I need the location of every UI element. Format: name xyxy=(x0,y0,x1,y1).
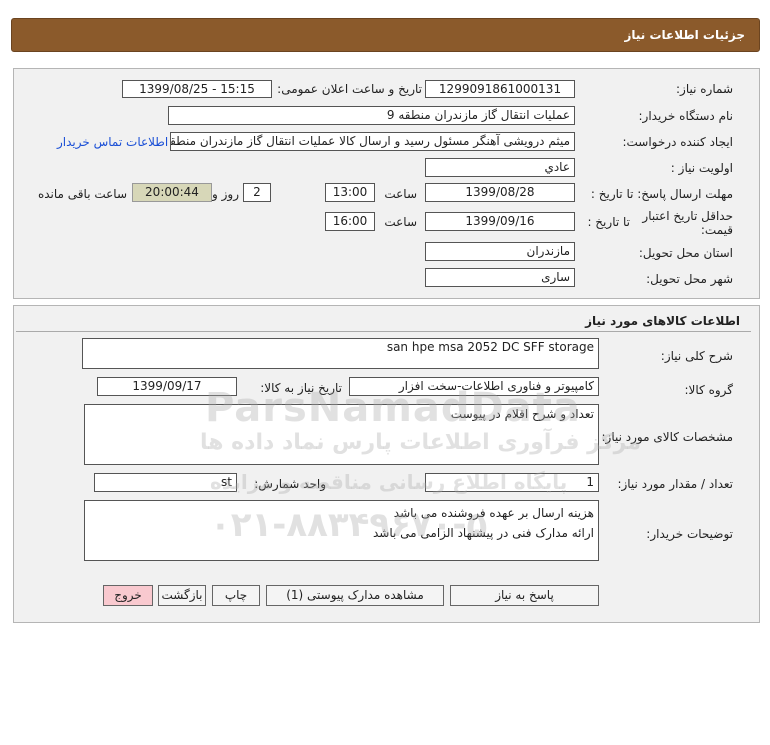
city-field: ساری xyxy=(425,268,575,287)
group-label: گروه کالا: xyxy=(684,383,734,397)
details-panel xyxy=(13,68,760,299)
page-title: جزئیات اطلاعات نیاز xyxy=(624,28,745,42)
validity-time-field: 16:00 xyxy=(325,212,375,231)
announce-label: تاریخ و ساعت اعلان عمومی: xyxy=(277,82,422,96)
notes-line-2: ارائه مدارک فنی در پیشنهاد الزامی می باش… xyxy=(372,526,594,540)
goods-section-title: اطلاعات کالاهای مورد نیاز xyxy=(585,314,740,328)
notes-label: توضیحات خریدار: xyxy=(646,527,733,541)
days-field: 2 xyxy=(243,183,271,202)
deadline-time-field: 13:00 xyxy=(325,183,375,202)
page-header: جزئیات اطلاعات نیاز xyxy=(11,18,760,52)
need-number-label: شماره نیاز: xyxy=(676,82,733,96)
announce-field: 1399/08/25 - 15:15 xyxy=(122,80,272,98)
specs-label: مشخصات کالای مورد نیاز: xyxy=(601,430,733,444)
specs-text: تعداد و شرح اقلام در پیوست xyxy=(450,407,594,421)
reply-button[interactable]: پاسخ به نیاز xyxy=(450,585,599,606)
buyer-org-label: نام دستگاه خریدار: xyxy=(638,109,734,123)
need-date-field: 1399/09/17 xyxy=(97,377,237,396)
remaining-label: ساعت باقی مانده xyxy=(37,187,127,201)
print-button[interactable]: چاپ xyxy=(212,585,260,606)
city-label: شهر محل تحویل: xyxy=(646,272,733,286)
requester-label: ایجاد کننده درخواست: xyxy=(622,135,733,149)
back-button[interactable]: بازگشت xyxy=(158,585,206,606)
buyer-org-field: عملیات انتقال گاز مازندران منطقه 9 xyxy=(168,106,575,125)
qty-field: 1 xyxy=(425,473,599,492)
notes-line-1: هزینه ارسال بر عهده فروشنده می باشد xyxy=(393,506,594,520)
days-label: روز و xyxy=(212,187,239,201)
deadline-label: مهلت ارسال پاسخ: تا تاریخ : xyxy=(590,187,733,201)
validity-time-label: ساعت xyxy=(384,215,417,229)
summary-text: san hpe msa 2052 DC SFF storage xyxy=(386,340,594,354)
validity-to-label: تا تاریخ : xyxy=(587,215,630,229)
summary-label: شرح کلی نیاز: xyxy=(660,349,733,363)
priority-field: عادي xyxy=(425,158,575,177)
exit-button[interactable]: خروج xyxy=(103,585,153,606)
deadline-date-field: 1399/08/28 xyxy=(425,183,575,202)
notes-field: هزینه ارسال بر عهده فروشنده می باشد ارائ… xyxy=(84,500,599,561)
validity-date-field: 1399/09/16 xyxy=(425,212,575,231)
unit-field: st xyxy=(94,473,237,492)
validity-label: حداقل تاریخ اعتبار قیمت: xyxy=(642,209,733,237)
priority-label: اولویت نیاز : xyxy=(670,161,733,175)
buyer-contact-link[interactable]: اطلاعات تماس خریدار xyxy=(57,135,168,149)
unit-label: واحد شمارش: xyxy=(254,477,326,491)
goods-section-divider xyxy=(16,331,751,332)
group-field: کامپیوتر و فناوری اطلاعات-سخت افزار xyxy=(349,377,599,396)
remaining-time-field: 20:00:44 xyxy=(132,183,212,202)
view-attachments-button[interactable]: مشاهده مدارک پیوستی (1) xyxy=(266,585,444,606)
deadline-time-label: ساعت xyxy=(384,187,417,201)
summary-field: san hpe msa 2052 DC SFF storage xyxy=(82,338,599,369)
qty-label: تعداد / مقدار مورد نیاز: xyxy=(617,477,733,491)
province-field: مازندران xyxy=(425,242,575,261)
need-number-field: 1299091861000131 xyxy=(425,80,575,98)
need-date-label: تاریخ نیاز به کالا: xyxy=(260,381,342,395)
specs-field: تعداد و شرح اقلام در پیوست xyxy=(84,404,599,465)
requester-field: میثم درویشی آهنگر مسئول رسید و ارسال کال… xyxy=(170,132,575,151)
province-label: استان محل تحویل: xyxy=(638,246,733,260)
